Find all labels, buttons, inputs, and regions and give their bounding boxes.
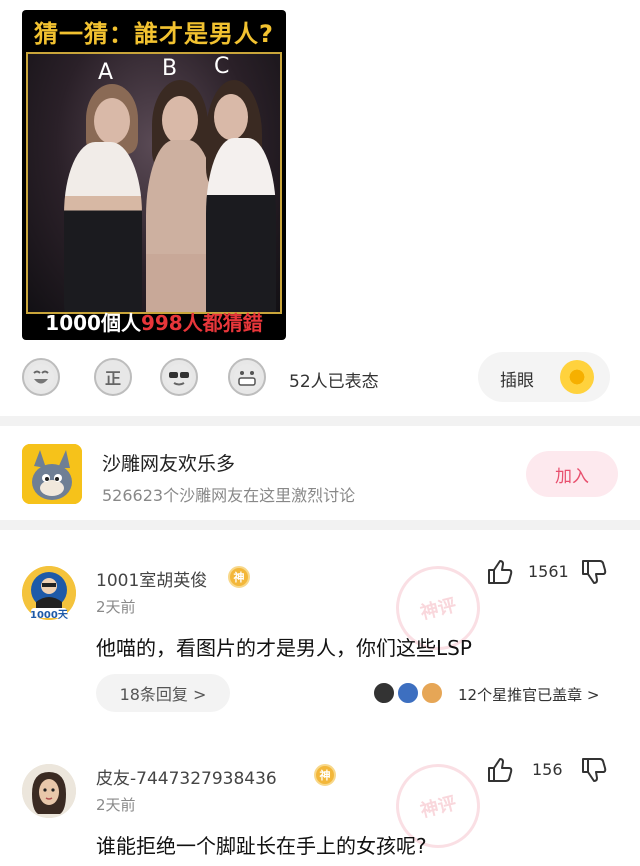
join-button[interactable]: 加入 [526,451,618,497]
avatar-badge-label: 1000天 [30,610,68,621]
figure-a-body [64,142,142,312]
comment-username[interactable]: 1001室胡英俊 [96,566,207,591]
reaction-count: 52人已表态 [289,372,379,392]
recommender-avatar[interactable] [420,681,444,705]
meme-photo: A B C [26,52,282,314]
reaction-bar: 正 52人已表态 插眼 [0,352,640,404]
avatar[interactable] [22,764,76,818]
comment-time: 2天前 [96,796,136,814]
comment-time: 2天前 [96,598,136,616]
laugh-emoji-icon[interactable] [22,358,60,396]
meme-image[interactable]: 猜一猜：誰才是男人? A B C 1000個人998人都猜錯 [22,10,286,340]
meme-letter-b: B [162,56,178,81]
section-divider [0,520,640,530]
god-comment-badge: 神 [314,764,336,786]
comment-text: 谁能拒绝一个脚趾长在手上的女孩呢? [96,834,427,858]
god-comment-badge: 神 [228,566,250,588]
figure-a-head [94,98,130,144]
stamp-count-link[interactable]: 12个星推官已盖章 > [458,684,599,705]
comment-username[interactable]: 皮友-7447327938436 [96,764,277,789]
figure-c-body [206,138,276,312]
recommender-avatar[interactable] [396,681,420,705]
sunglasses-emoji-icon[interactable] [160,358,198,396]
thumbs-down-icon[interactable] [580,756,608,784]
chayan-button[interactable]: 插眼 [478,352,610,402]
sunflower-icon [560,360,594,394]
figure-c-head [214,94,248,140]
group-description: 526623个沙雕网友在这里激烈讨论 [102,486,356,505]
like-count: 1561 [528,562,569,581]
thumbs-up-icon[interactable] [486,756,514,784]
group-avatar-icon[interactable] [22,444,82,504]
meme-caption: 1000個人998人都猜錯 [45,311,263,335]
grin-emoji-icon[interactable] [228,358,266,396]
comment-text: 他喵的，看图片的才是男人，你们这些LSP [96,636,472,660]
meme-letter-a: A [98,60,114,85]
thumbs-down-icon[interactable] [580,558,608,586]
view-replies-button[interactable]: 18条回复 > [96,674,230,712]
section-divider [0,416,640,426]
thumbs-up-icon[interactable] [486,558,514,586]
recommender-avatar[interactable] [372,681,396,705]
meme-letter-c: C [214,54,230,79]
figure-b-head [162,96,198,144]
zheng-emoji-icon[interactable]: 正 [94,358,132,396]
like-count: 156 [532,760,563,779]
chayan-label: 插眼 [500,371,534,391]
group-name[interactable]: 沙雕网友欢乐多 [102,449,235,476]
meme-title: 猜一猜：誰才是男人? [34,20,274,48]
